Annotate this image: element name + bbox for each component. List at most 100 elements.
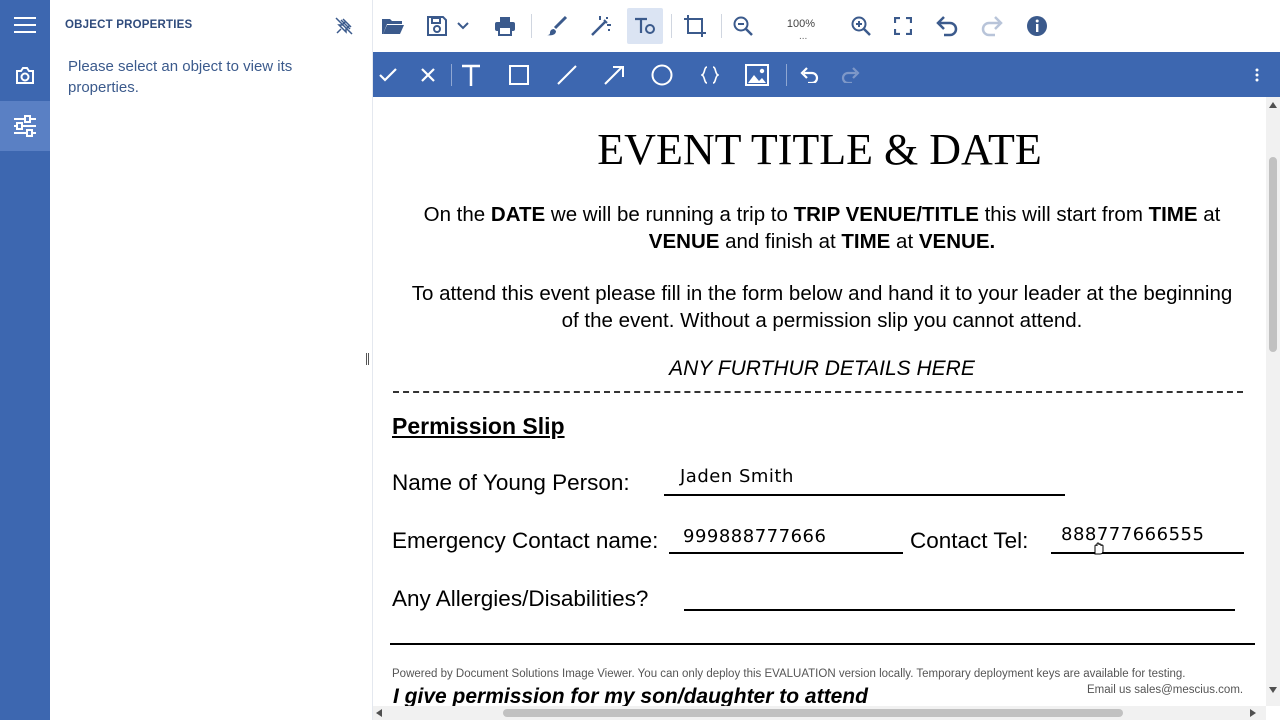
- undo-object-button[interactable]: [793, 58, 827, 92]
- undo-button[interactable]: [929, 8, 965, 44]
- panel-resize-handle[interactable]: [366, 353, 369, 365]
- magic-wand-icon: [591, 16, 611, 36]
- chevron-down-icon: [457, 22, 469, 30]
- zoom-level[interactable]: 100%: [781, 18, 821, 30]
- redo-object-button[interactable]: [833, 58, 867, 92]
- add-ellipse-button[interactable]: [645, 58, 679, 92]
- line-icon: [557, 65, 577, 85]
- arrow-icon: [604, 66, 624, 85]
- toolbar-separator: [531, 14, 532, 38]
- add-text-button[interactable]: [454, 58, 488, 92]
- undo-icon: [800, 67, 819, 83]
- crop-resize-icon: [684, 15, 706, 37]
- emergency-contact-label: Emergency Contact name:: [392, 528, 659, 553]
- emergency-contact-underline: [669, 552, 903, 554]
- hamburger-menu-button[interactable]: [0, 0, 50, 50]
- panel-title: OBJECT PROPERTIES: [65, 19, 193, 31]
- save-icon: [427, 16, 447, 36]
- more-options-button[interactable]: [1240, 58, 1274, 92]
- print-icon: [495, 17, 515, 36]
- redo-icon: [981, 16, 1003, 37]
- no-selection-message: Please select an object to view its prop…: [68, 58, 293, 96]
- scroll-up-arrow[interactable]: [1269, 102, 1277, 108]
- save-button[interactable]: [419, 8, 455, 44]
- sales-email-notice: Email us sales@mescius.com.: [1087, 684, 1244, 696]
- scroll-right-arrow[interactable]: [1250, 709, 1256, 717]
- event-description: On the DATE we will be running a trip to…: [423, 203, 1221, 253]
- zoom-out-icon: [733, 16, 753, 36]
- text-objects-toolbar: [373, 52, 1280, 97]
- sliders-icon: [14, 115, 36, 137]
- folder-open-icon: [382, 19, 404, 34]
- toolbar-separator: [721, 14, 722, 38]
- crop-button[interactable]: [677, 8, 713, 44]
- event-title: EVENT TITLE & DATE: [597, 125, 1042, 174]
- allergies-underline: [684, 609, 1235, 611]
- effects-tools-button[interactable]: [583, 8, 619, 44]
- info-icon: [1027, 16, 1047, 36]
- name-value: Jaden Smith: [680, 466, 794, 487]
- circle-icon: [651, 64, 673, 86]
- evaluation-notice: Powered by Document Solutions Image View…: [392, 668, 1186, 680]
- apply-changes-button[interactable]: [371, 58, 405, 92]
- name-underline: [664, 494, 1065, 496]
- image-viewer-app: OBJECT PROPERTIES Please select an objec…: [0, 0, 1280, 720]
- open-file-button[interactable]: [375, 8, 411, 44]
- object-properties-panel: OBJECT PROPERTIES Please select an objec…: [50, 0, 373, 720]
- toolbar-separator: [451, 64, 452, 86]
- contact-tel-label: Contact Tel:: [910, 528, 1029, 553]
- hand-cursor-icon: [1094, 542, 1104, 555]
- contact-tel-underline: [1051, 552, 1244, 554]
- allergies-label: Any Allergies/Disabilities?: [392, 586, 649, 611]
- scroll-left-arrow[interactable]: [376, 709, 382, 717]
- add-line-button[interactable]: [550, 58, 584, 92]
- zoom-out-button[interactable]: [725, 8, 761, 44]
- emergency-contact-value: 999888777666: [683, 526, 827, 547]
- save-options-dropdown[interactable]: [453, 8, 473, 44]
- camera-button[interactable]: [0, 51, 50, 101]
- unpin-icon: [335, 17, 353, 35]
- horizontal-scroll-thumb[interactable]: [503, 709, 1123, 717]
- redo-icon: [841, 67, 860, 83]
- redo-button[interactable]: [974, 8, 1010, 44]
- image-canvas[interactable]: EVENT TITLE & DATE On the DATE we will b…: [373, 97, 1266, 706]
- permission-statement: I give permission for my son/daughter to…: [393, 685, 868, 706]
- permission-slip-heading: Permission Slip: [392, 413, 565, 439]
- undo-icon: [936, 16, 958, 37]
- horizontal-scrollbar[interactable]: [373, 706, 1266, 720]
- main-toolbar: 100% ...: [373, 0, 1280, 52]
- add-rectangle-button[interactable]: [502, 58, 536, 92]
- about-button[interactable]: [1019, 8, 1055, 44]
- add-brackets-button[interactable]: [693, 58, 727, 92]
- close-icon: [421, 68, 435, 82]
- unpin-panel-button[interactable]: [333, 15, 355, 37]
- vertical-scroll-thumb[interactable]: [1269, 157, 1277, 352]
- scroll-down-arrow[interactable]: [1269, 687, 1277, 693]
- zoom-in-icon: [851, 16, 871, 36]
- text-objects-tools-button[interactable]: [627, 8, 663, 44]
- fit-to-screen-button[interactable]: [885, 8, 921, 44]
- cut-line: [393, 391, 1243, 393]
- further-details: ANY FURTHUR DETAILS HERE: [669, 357, 975, 380]
- add-image-button[interactable]: [740, 58, 774, 92]
- paint-tools-button[interactable]: [539, 8, 575, 44]
- properties-panel-button[interactable]: [0, 101, 50, 151]
- brackets-icon: [701, 66, 719, 84]
- contact-tel-value: 888777666555: [1061, 524, 1205, 545]
- camera-icon: [16, 67, 34, 84]
- left-rail: [0, 0, 50, 720]
- zoom-menu-dots[interactable]: ...: [799, 32, 807, 42]
- print-button[interactable]: [487, 8, 523, 44]
- toolbar-separator: [786, 64, 787, 86]
- text-object-icon: [635, 17, 655, 34]
- cancel-changes-button[interactable]: [411, 58, 445, 92]
- text-icon: [462, 64, 480, 86]
- add-arrow-button[interactable]: [597, 58, 631, 92]
- brush-icon: [547, 15, 568, 36]
- more-vertical-icon: [1255, 68, 1259, 82]
- zoom-in-button[interactable]: [843, 8, 879, 44]
- allergies-underline-2: [390, 643, 1255, 645]
- toolbar-separator: [671, 14, 672, 38]
- vertical-scrollbar[interactable]: [1266, 97, 1280, 706]
- rectangle-icon: [509, 65, 529, 85]
